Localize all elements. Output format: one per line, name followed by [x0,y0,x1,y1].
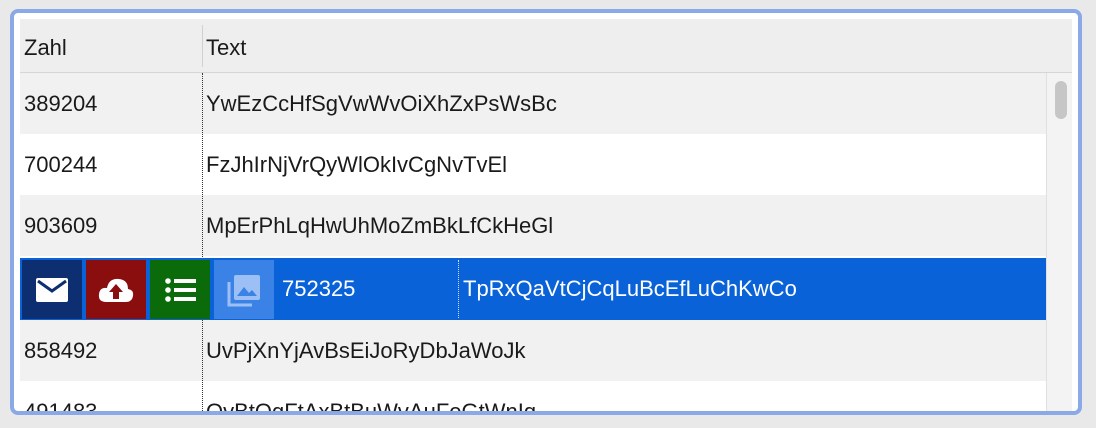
cell-zahl: 752325 [282,276,356,301]
cell-text: MpErPhLqHwUhMoZmBkLfCkHeGl [206,213,554,238]
image-icon [227,275,260,307]
cell-zahl: 858492 [24,338,98,363]
cell-text: TpRxQaVtCjCqLuBcEfLuChKwCo [463,276,797,301]
mail-icon [36,278,68,302]
vertical-scrollbar[interactable] [1046,73,1072,411]
column-divider [202,73,203,411]
image-action-button[interactable] [214,260,274,319]
data-table: Zahl Text 389204 YwEzCcHfSgVwWvOiXhZxPsW… [20,19,1072,411]
cell-text: UvPjXnYjAvBsEiJoRyDbJaWoJk [206,338,526,363]
column-header-text[interactable]: Text [206,19,246,72]
cell-zahl: 491483 [24,381,97,411]
table-row[interactable]: 700244 FzJhIrNjVrQyWlOkIvCgNvTvEl [20,134,1046,195]
cell-zahl: 903609 [24,213,98,238]
cell-zahl: 700244 [24,152,98,177]
cloud-upload-icon [98,278,134,302]
table-row[interactable]: 491483 OvBtOqFtAxBtBuWvAuFoGtWnIq [20,381,1046,411]
table-row[interactable]: 858492 UvPjXnYjAvBsEiJoRyDbJaWoJk [20,320,1046,381]
scrollbar-thumb[interactable] [1055,81,1067,119]
cell-zahl: 389204 [24,91,98,116]
column-divider [458,260,459,318]
selected-table-row[interactable]: 752325 TpRxQaVtCjCqLuBcEfLuChKwCo [20,258,1046,320]
cell-text: YwEzCcHfSgVwWvOiXhZxPsWsBc [206,91,557,116]
column-header-zahl[interactable]: Zahl [24,19,67,72]
table-header: Zahl Text [20,19,1072,73]
cell-text: FzJhIrNjVrQyWlOkIvCgNvTvEl [206,152,508,177]
cell-text: OvBtOqFtAxBtBuWvAuFoGtWnIq [206,381,536,411]
table-frame: Zahl Text 389204 YwEzCcHfSgVwWvOiXhZxPsW… [10,9,1082,415]
table-row[interactable]: 903609 MpErPhLqHwUhMoZmBkLfCkHeGl [20,195,1046,256]
header-divider[interactable] [202,25,203,67]
table-row[interactable]: 389204 YwEzCcHfSgVwWvOiXhZxPsWsBc [20,73,1046,134]
list-icon [165,278,196,302]
mail-action-button[interactable] [22,260,82,319]
upload-action-button[interactable] [86,260,146,319]
list-action-button[interactable] [150,260,210,319]
